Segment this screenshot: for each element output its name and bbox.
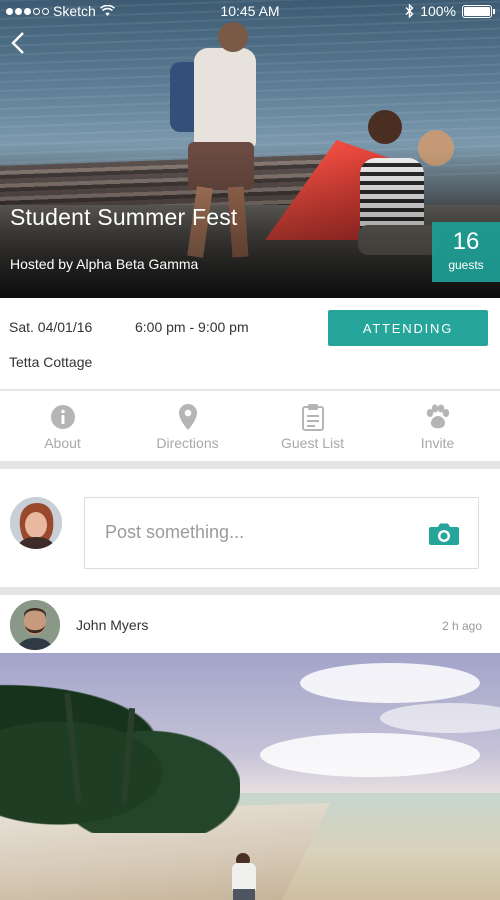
post-input[interactable]: Post something... (84, 497, 479, 569)
event-info: Sat. 04/01/16 6:00 pm - 9:00 pm Tetta Co… (0, 298, 500, 390)
guest-list-button[interactable]: Guest List (250, 391, 375, 461)
camera-icon[interactable] (428, 522, 460, 546)
map-pin-icon (174, 403, 202, 431)
guest-count-label: guests (448, 258, 484, 272)
event-title: Student Summer Fest (10, 204, 238, 230)
directions-button[interactable]: Directions (125, 391, 250, 461)
about-label: About (44, 435, 81, 451)
guest-count: 16 (452, 228, 480, 255)
event-venue: Tetta Cottage (9, 354, 93, 370)
invite-label: Invite (420, 435, 455, 451)
post-placeholder: Post something... (105, 522, 245, 542)
back-button[interactable] (8, 30, 34, 56)
battery-icon (462, 4, 495, 18)
event-host: Hosted by Alpha Beta Gamma (10, 256, 199, 272)
about-button[interactable]: About (0, 391, 125, 461)
divider (0, 587, 500, 595)
guest-list-label: Guest List (280, 435, 345, 451)
event-cover-photo (0, 0, 500, 298)
paw-icon (424, 403, 452, 431)
author-name[interactable]: John Myers (76, 617, 148, 633)
invite-button[interactable]: Invite (375, 391, 500, 461)
event-time: 6:00 pm - 9:00 pm (135, 319, 249, 335)
divider (0, 461, 500, 469)
battery-percent: 100% (420, 3, 456, 19)
status-bar: Sketch 10:45 AM 100% (0, 0, 500, 22)
post-timestamp: 2 h ago (441, 619, 482, 633)
event-actions: About Directions Guest List Invite (0, 391, 500, 461)
event-date: Sat. 04/01/16 (9, 319, 93, 335)
guest-count-badge[interactable]: 16 guests (432, 222, 500, 282)
post-photo[interactable] (0, 653, 500, 900)
chevron-left-icon (11, 32, 24, 54)
clipboard-icon (299, 403, 327, 431)
feed-post: John Myers 2 h ago (0, 595, 500, 900)
post-composer: Post something... (0, 469, 500, 587)
author-avatar[interactable] (10, 600, 60, 650)
avatar[interactable] (10, 497, 62, 549)
bluetooth-icon (405, 4, 414, 18)
info-icon (49, 403, 77, 431)
attending-button[interactable]: ATTENDING (328, 310, 488, 346)
directions-label: Directions (156, 435, 219, 451)
